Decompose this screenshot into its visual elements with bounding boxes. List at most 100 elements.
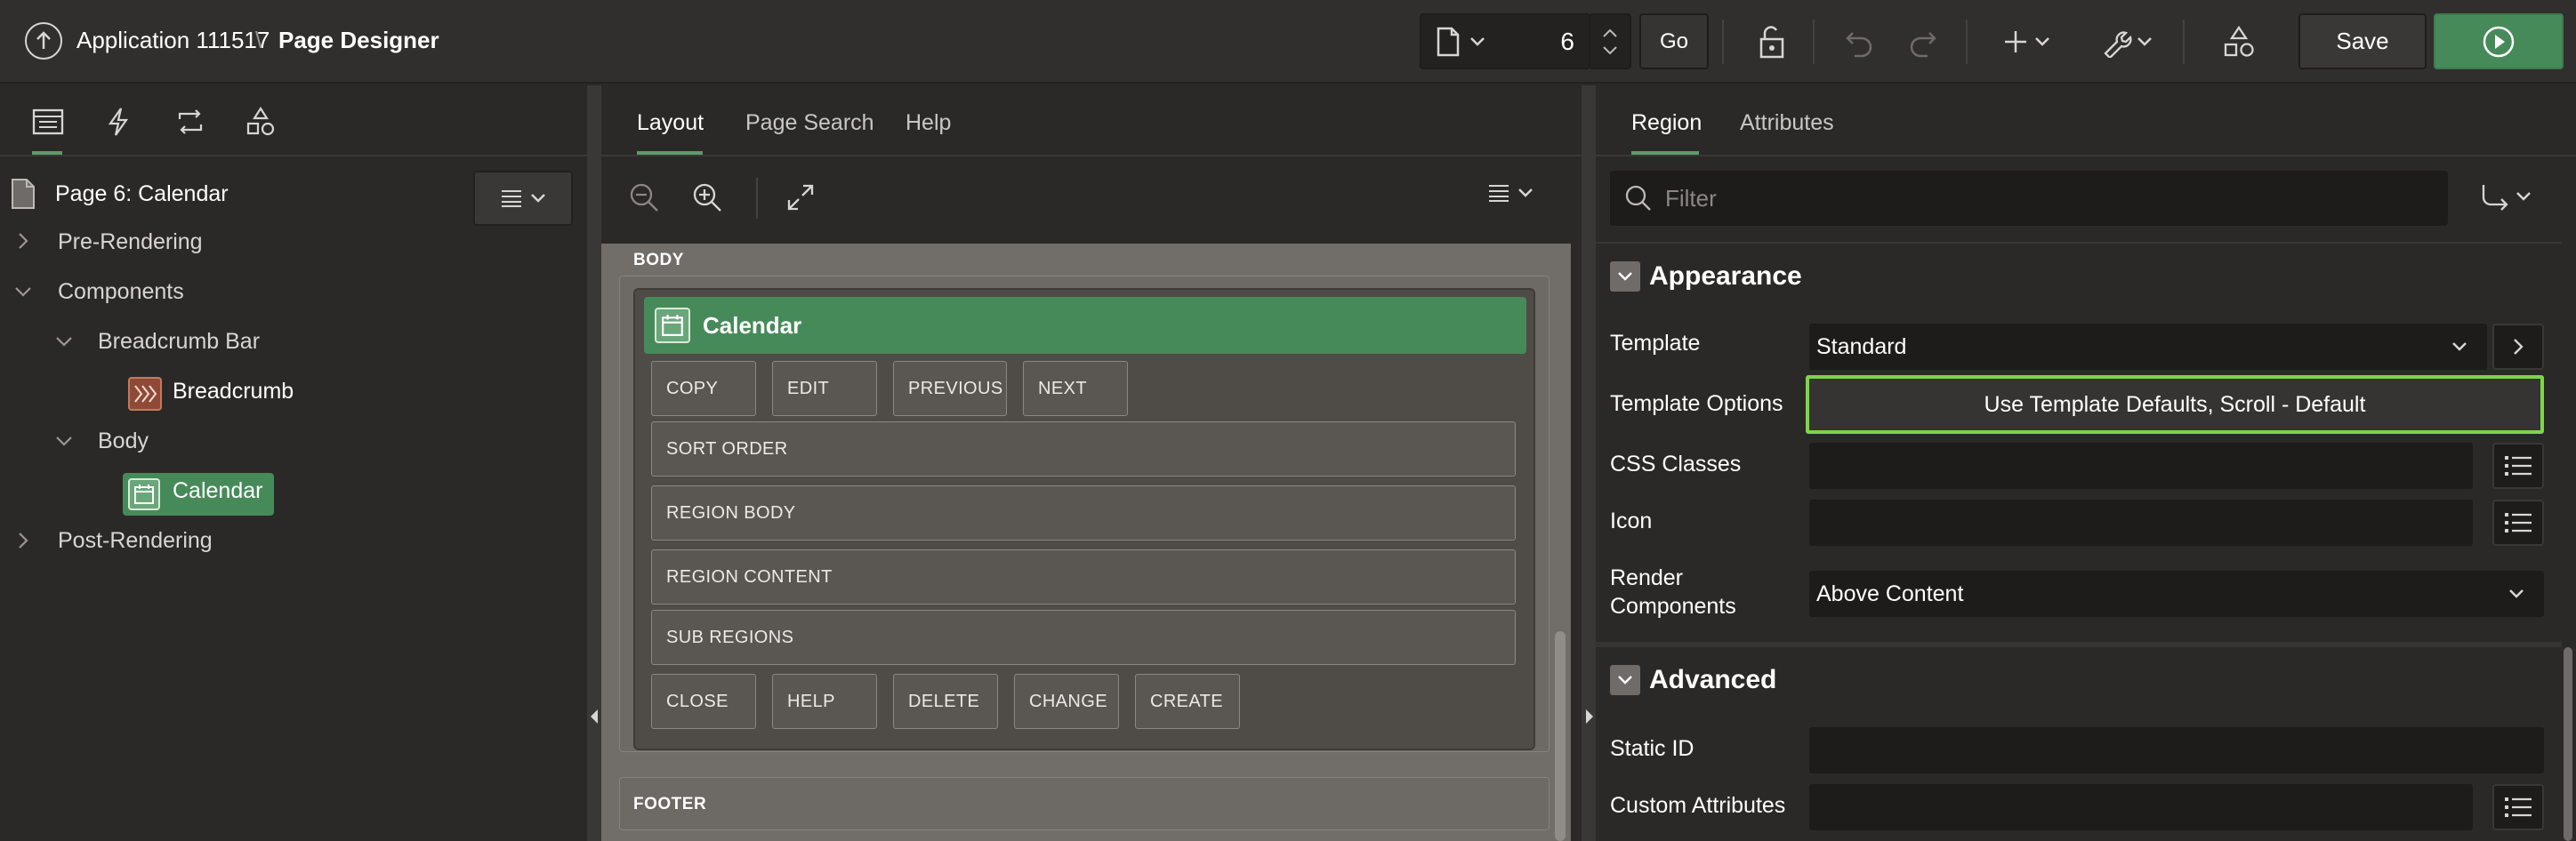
processing-tab-icon[interactable] [168, 101, 213, 142]
property-editor: Region Attributes Filter Appearance Temp… [1596, 85, 2576, 841]
static-id-label: Static ID [1610, 736, 1695, 761]
calendar-icon [655, 308, 690, 343]
static-id-input[interactable] [1809, 727, 2544, 773]
right-splitter[interactable] [1582, 85, 1596, 841]
tree-pre-rendering[interactable]: Pre-Rendering [58, 229, 203, 255]
chevron-down-icon [1469, 36, 1485, 47]
stepper-down-icon[interactable] [1602, 45, 1618, 56]
render-components-select[interactable]: Above Content [1809, 571, 2544, 617]
tab-help[interactable]: Help [906, 110, 951, 136]
button-slot-close[interactable]: CLOSE [651, 674, 756, 729]
custom-attributes-list-button[interactable] [2492, 784, 2544, 830]
left-pane: Page 6: Calendar Pre-Rendering Component… [0, 85, 587, 841]
button-slot-help[interactable]: HELP [772, 674, 877, 729]
chevron-down-icon[interactable] [14, 286, 32, 297]
left-splitter[interactable] [587, 85, 601, 841]
button-slot-previous[interactable]: PREVIOUS [893, 361, 1007, 416]
menu-icon [1489, 185, 1509, 202]
custom-attributes-label: Custom Attributes [1610, 793, 1786, 818]
tree-post-rendering[interactable]: Post-Rendering [58, 528, 213, 554]
tab-page-search[interactable]: Page Search [745, 110, 874, 136]
create-menu[interactable] [1998, 16, 2055, 68]
zoom-in-icon[interactable] [691, 181, 723, 213]
chevron-down-icon[interactable] [55, 436, 73, 446]
collapse-appearance-toggle[interactable] [1610, 261, 1640, 292]
search-icon [1625, 185, 1651, 211]
tab-attributes[interactable]: Attributes [1740, 110, 1834, 136]
page-number-input[interactable]: 6 [1560, 28, 1574, 56]
template-select[interactable]: Standard [1809, 324, 2487, 370]
tree-components[interactable]: Components [58, 279, 184, 305]
filter-placeholder: Filter [1665, 184, 1717, 212]
icon-picker-button[interactable] [2492, 500, 2544, 546]
shared-components-tab-icon[interactable] [238, 101, 283, 142]
expand-icon[interactable] [786, 183, 815, 212]
chevron-right-icon[interactable] [18, 232, 28, 250]
redo-icon[interactable] [1900, 16, 1944, 68]
layout-canvas[interactable]: BODY Calendar COPY EDIT PREVIOUS NEXT SO… [601, 244, 1571, 841]
page-selector[interactable]: 6 [1420, 13, 1590, 69]
tree-menu-button[interactable] [473, 171, 573, 226]
chevron-down-icon [2452, 342, 2467, 351]
canvas-scrollbar[interactable] [1555, 631, 1566, 841]
slot-sub-regions[interactable]: SUB REGIONS [651, 610, 1516, 665]
zoom-out-icon[interactable] [628, 181, 660, 213]
run-page-button[interactable] [2434, 13, 2564, 69]
css-classes-input[interactable] [1809, 443, 2473, 489]
tree-breadcrumb[interactable]: Breadcrumb [173, 379, 294, 404]
utilities-menu[interactable] [2096, 16, 2158, 68]
unlock-icon[interactable] [1749, 16, 1793, 68]
chevron-right-icon[interactable] [18, 532, 28, 549]
button-slot-edit[interactable]: EDIT [772, 361, 877, 416]
application-title[interactable]: Application 111517 [76, 27, 270, 54]
slot-sort-order[interactable]: SORT ORDER [651, 421, 1516, 477]
icon-input[interactable] [1809, 500, 2473, 546]
tab-region[interactable]: Region [1631, 110, 1702, 136]
filter-input[interactable]: Filter [1610, 171, 2448, 226]
button-slot-delete[interactable]: DELETE [893, 674, 998, 729]
chevron-down-icon [1518, 188, 1533, 197]
back-up-icon[interactable] [24, 21, 63, 60]
tab-layout[interactable]: Layout [637, 110, 704, 136]
collapse-advanced-toggle[interactable] [1610, 665, 1640, 695]
layout-menu-button[interactable] [1487, 183, 1534, 203]
stepper-up-icon[interactable] [1602, 28, 1618, 38]
page-icon [1436, 27, 1461, 57]
save-button[interactable]: Save [2298, 13, 2427, 69]
advanced-section-title: Advanced [1649, 665, 1777, 694]
slot-region-content[interactable]: REGION CONTENT [651, 549, 1516, 605]
footer-label: FOOTER [633, 795, 707, 813]
go-to-group-button[interactable] [2480, 181, 2532, 212]
list-icon [2505, 797, 2532, 817]
tree-calendar[interactable]: Calendar [173, 478, 262, 504]
button-slot-change[interactable]: CHANGE [1014, 674, 1119, 729]
collapse-right-icon[interactable] [1584, 708, 1595, 725]
css-classes-list-button[interactable] [2492, 443, 2544, 489]
rendering-tab-icon[interactable] [26, 101, 70, 142]
footer-container[interactable] [619, 777, 1550, 830]
button-slot-copy[interactable]: COPY [651, 361, 756, 416]
custom-attributes-input[interactable] [1809, 784, 2473, 830]
property-scrollbar[interactable] [2564, 647, 2572, 841]
collapse-left-icon[interactable] [589, 708, 600, 725]
page-number-stepper[interactable] [1589, 13, 1631, 69]
dynamic-actions-tab-icon[interactable] [96, 101, 141, 142]
template-options-button[interactable]: Use Template Defaults, Scroll - Default [1806, 375, 2544, 434]
page-title[interactable]: Page 6: Calendar [55, 181, 229, 207]
template-go-button[interactable] [2492, 324, 2544, 370]
calendar-icon [128, 478, 160, 510]
go-button[interactable]: Go [1639, 13, 1709, 69]
tree-breadcrumb-bar[interactable]: Breadcrumb Bar [98, 329, 260, 355]
tree-body[interactable]: Body [98, 429, 149, 454]
slot-region-body[interactable]: REGION BODY [651, 485, 1516, 541]
undo-icon[interactable] [1838, 16, 1882, 68]
body-label: BODY [633, 251, 684, 269]
region-header[interactable]: Calendar [644, 297, 1526, 354]
button-slot-next[interactable]: NEXT [1023, 361, 1128, 416]
center-pane: Layout Page Search Help BODY Calendar CO… [601, 85, 1582, 841]
region-title: Calendar [703, 311, 802, 339]
shared-components-icon[interactable] [2217, 16, 2261, 68]
css-classes-label: CSS Classes [1610, 452, 1742, 477]
chevron-down-icon[interactable] [55, 336, 73, 347]
button-slot-create[interactable]: CREATE [1135, 674, 1240, 729]
